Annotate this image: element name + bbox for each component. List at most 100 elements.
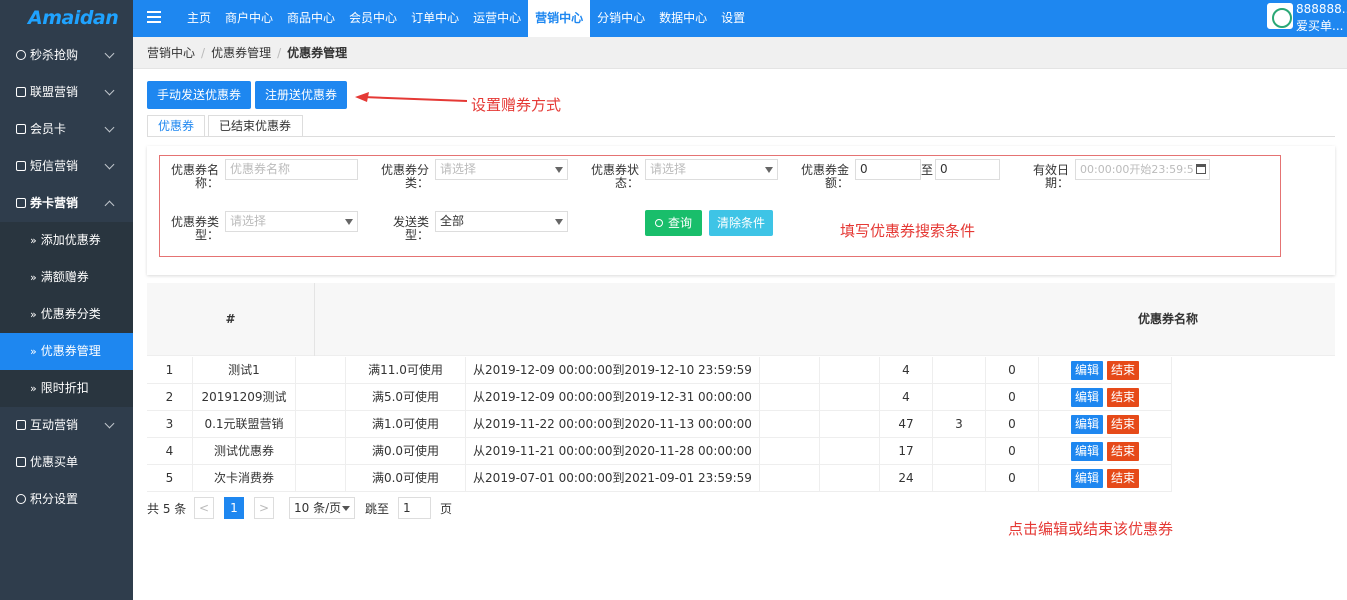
date-placeholder: 00:00:00开始23:59:5 — [1080, 163, 1194, 176]
cell-count: 24 — [880, 465, 933, 492]
amount-from-input[interactable]: 0 — [855, 159, 921, 180]
page-button-current[interactable]: 1 — [224, 497, 244, 519]
tab-divider — [147, 136, 1335, 137]
cell-name: 测试优惠券 — [193, 438, 296, 465]
amount-range-separator: 至 — [921, 163, 934, 177]
nav-item-distribution[interactable]: 分销中心 — [590, 0, 652, 37]
sidebar-item-sms[interactable]: 短信营销 — [0, 148, 133, 185]
cell-count — [933, 438, 986, 465]
end-button[interactable]: 结束 — [1107, 469, 1140, 488]
nav-item-order[interactable]: 订单中心 — [404, 0, 466, 37]
sidebar-item-label: 券卡营销 — [30, 196, 79, 210]
cell-index: 5 — [147, 465, 193, 492]
sidebar-subitem-coupon-category[interactable]: » 优惠券分类 — [0, 296, 133, 333]
prev-page-button[interactable]: < — [194, 497, 214, 519]
nav-item-merchant[interactable]: 商户中心 — [218, 0, 280, 37]
nav-item-settings[interactable]: 设置 — [714, 0, 752, 37]
cell-empty — [820, 411, 880, 438]
sidebar-subitem-limited-discount[interactable]: » 限时折扣 — [0, 370, 133, 407]
sidebar-item-label: 积分设置 — [30, 492, 79, 506]
sidebar-item-discount-pay[interactable]: 优惠买单 — [0, 444, 133, 481]
search-icon — [655, 219, 663, 227]
sidebar-item-points[interactable]: 积分设置 — [0, 481, 133, 518]
breadcrumb-separator: / — [201, 46, 206, 60]
manual-send-coupon-button[interactable]: 手动发送优惠券 — [147, 81, 252, 109]
tab-coupons[interactable]: 优惠券 — [147, 115, 205, 137]
edit-button[interactable]: 编辑 — [1070, 442, 1103, 461]
user-name: 888888... — [1296, 2, 1347, 16]
edit-button[interactable]: 编辑 — [1070, 415, 1103, 434]
cell-count: 17 — [880, 438, 933, 465]
page-size-value: 10 条/页 — [294, 501, 342, 515]
table-row: 1 测试1 满11.0可使用 从2019-12-09 00:00:00到2019… — [147, 357, 1172, 384]
nav-item-marketing[interactable]: 营销中心 — [528, 0, 591, 37]
cell-count — [933, 384, 986, 411]
validity-date-input[interactable]: 00:00:00开始23:59:5 — [1075, 159, 1210, 180]
cell-empty — [296, 411, 346, 438]
cell-actions: 编辑 结束 — [1039, 411, 1172, 438]
tab-ended-coupons[interactable]: 已结束优惠券 — [208, 115, 303, 137]
send-type-select[interactable]: 全部 — [435, 211, 568, 232]
coupon-status-select[interactable]: 请选择 — [645, 159, 778, 180]
breadcrumb-item[interactable]: 优惠券管理 — [211, 46, 271, 60]
sidebar-subitem-add-coupon[interactable]: » 添加优惠券 — [0, 222, 133, 259]
cell-count: 0 — [986, 438, 1039, 465]
annotation-edit-hint: 点击编辑或结束该优惠券 — [1008, 520, 1174, 538]
app-logo[interactable]: Amaidan — [0, 0, 133, 37]
end-button[interactable]: 结束 — [1107, 415, 1140, 434]
amount-to-input[interactable]: 0 — [935, 159, 1000, 180]
cell-empty — [296, 357, 346, 384]
next-page-button[interactable]: > — [254, 497, 274, 519]
edit-button[interactable]: 编辑 — [1070, 361, 1103, 380]
cell-period: 从2019-12-09 00:00:00到2019-12-31 00:00:00 — [466, 384, 760, 411]
goto-page-input[interactable]: 1 — [398, 497, 431, 519]
nav-item-operation[interactable]: 运营中心 — [466, 0, 528, 37]
caret-down-icon — [555, 167, 563, 173]
search-panel: 优惠券名称： 优惠券名称 优惠券分类： 请选择 优惠券状态： 请选择 优惠券金额… — [147, 146, 1335, 275]
avatar — [1267, 3, 1293, 29]
register-send-coupon-button[interactable]: 注册送优惠券 — [255, 81, 348, 109]
cell-empty — [820, 465, 880, 492]
nav-item-home[interactable]: 主页 — [180, 0, 218, 37]
sidebar-item-flash-sale[interactable]: 秒杀抢购 — [0, 37, 133, 74]
page-size-select[interactable]: 10 条/页 — [289, 497, 355, 519]
coupon-category-select[interactable]: 请选择 — [435, 159, 568, 180]
query-button[interactable]: 查询 — [645, 210, 703, 236]
sidebar-item-coupon[interactable]: 券卡营销 — [0, 185, 133, 222]
chevron-down-icon — [104, 48, 115, 59]
sidebar-item-interactive[interactable]: 互动营销 — [0, 407, 133, 444]
edit-button[interactable]: 编辑 — [1070, 469, 1103, 488]
user-menu[interactable]: 888888... 爱买单... — [1265, 0, 1347, 37]
coupon-type-label: 优惠券类型： — [170, 215, 219, 242]
cell-index: 3 — [147, 411, 193, 438]
cell-name: 20191209测试 — [193, 384, 296, 411]
breadcrumb-item[interactable]: 营销中心 — [147, 46, 195, 60]
user-store-name: 爱买单... — [1296, 19, 1344, 33]
search-form: 优惠券名称： 优惠券名称 优惠券分类： 请选择 优惠券状态： 请选择 优惠券金额… — [159, 155, 1281, 257]
double-chevron-right-icon: » — [30, 234, 37, 247]
cell-period: 从2019-07-01 00:00:00到2021-09-01 23:59:59 — [466, 465, 760, 492]
breadcrumb: 营销中心 / 优惠券管理 / 优惠券管理 — [133, 37, 1347, 69]
sidebar-subitem-full-gift[interactable]: » 满额赠券 — [0, 259, 133, 296]
coupon-status-label: 优惠券状态： — [590, 163, 639, 190]
coupon-type-select[interactable]: 请选择 — [225, 211, 358, 232]
cell-empty — [296, 465, 346, 492]
edit-button[interactable]: 编辑 — [1070, 388, 1103, 407]
end-button[interactable]: 结束 — [1107, 361, 1140, 380]
nav-item-member[interactable]: 会员中心 — [342, 0, 404, 37]
end-button[interactable]: 结束 — [1107, 442, 1140, 461]
sidebar-item-alliance[interactable]: 联盟营销 — [0, 74, 133, 111]
end-button[interactable]: 结束 — [1107, 388, 1140, 407]
nav-item-data[interactable]: 数据中心 — [652, 0, 714, 37]
cell-empty — [760, 465, 820, 492]
sidebar-item-member-card[interactable]: 会员卡 — [0, 111, 133, 148]
select-value: 全部 — [440, 214, 465, 228]
nav-item-product[interactable]: 商品中心 — [280, 0, 342, 37]
database-icon — [16, 494, 26, 504]
goto-label: 跳至 — [365, 502, 390, 516]
coupon-name-input[interactable]: 优惠券名称 — [225, 159, 358, 180]
clear-filters-button[interactable]: 清除条件 — [709, 210, 774, 236]
sidebar-subitem-coupon-manage[interactable]: » 优惠券管理 — [0, 333, 133, 370]
cell-empty — [760, 438, 820, 465]
menu-toggle-icon[interactable] — [147, 11, 161, 23]
